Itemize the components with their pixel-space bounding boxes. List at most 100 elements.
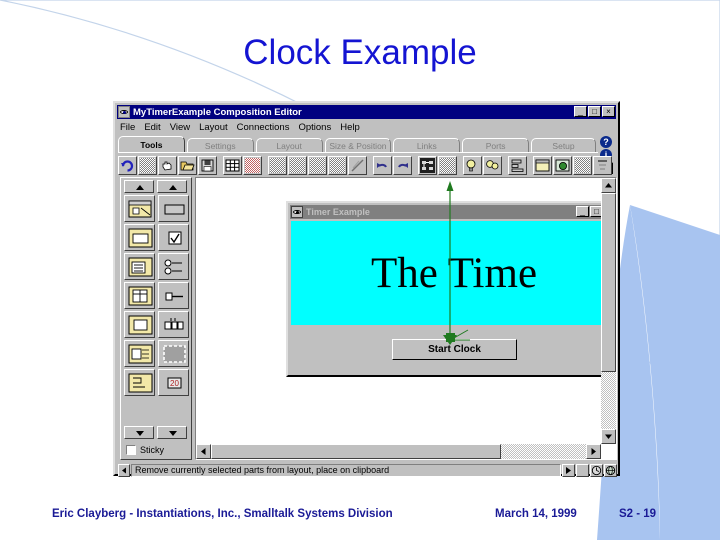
preview-window-title: Timer Example: [306, 207, 370, 217]
palette-panel-tool[interactable]: [124, 311, 155, 338]
time-display-field[interactable]: The Time: [291, 221, 616, 325]
refresh-icon[interactable]: [118, 156, 137, 175]
palette-flow-tool[interactable]: [124, 369, 155, 396]
connections-icon[interactable]: [418, 156, 437, 175]
preview-minimize-button[interactable]: _: [576, 206, 589, 217]
bulb-two-icon[interactable]: [483, 156, 502, 175]
menu-item-view[interactable]: View: [170, 122, 190, 133]
menu-item-help[interactable]: Help: [340, 122, 360, 133]
open-folder-icon[interactable]: [178, 156, 197, 175]
canvas-vertical-scrollbar[interactable]: [601, 178, 616, 444]
palette-radio-list-tool[interactable]: [158, 253, 189, 280]
palette-number-tool[interactable]: 20: [158, 369, 189, 396]
palette-slider-tool[interactable]: [158, 282, 189, 309]
minimize-button[interactable]: _: [574, 106, 587, 117]
scroll-right-button[interactable]: [586, 444, 601, 459]
start-clock-button[interactable]: Start Clock: [392, 339, 517, 360]
tab-size-position[interactable]: Size & Position: [324, 138, 392, 153]
align-icon[interactable]: [508, 156, 527, 175]
chevron-up-icon: [136, 185, 144, 190]
page-title: Clock Example: [243, 33, 477, 72]
sticky-checkbox-row[interactable]: Sticky: [126, 445, 164, 455]
timer-example-preview-window[interactable]: Timer Example _ □ × The Time Start Clock: [286, 201, 616, 377]
footer-author: Eric Clayberg - Instantiations, Inc., Sm…: [52, 508, 393, 520]
status-prev-button[interactable]: [118, 463, 130, 477]
tab-links[interactable]: Links: [393, 138, 461, 153]
main-toolbar: [118, 155, 612, 176]
hand-icon[interactable]: [158, 156, 177, 175]
menu-item-file[interactable]: File: [120, 122, 135, 133]
save-disk-icon[interactable]: [198, 156, 217, 175]
sticky-checkbox[interactable]: [126, 445, 136, 455]
help-question-button[interactable]: ?: [599, 135, 613, 148]
footer-page-number: S2 - 19: [619, 508, 657, 520]
menu-item-options[interactable]: Options: [298, 122, 331, 133]
paste-icon[interactable]: [308, 156, 327, 175]
minimize-glyph: _: [577, 106, 583, 116]
menu-item-connections[interactable]: Connections: [237, 122, 290, 133]
palette-scroll-up-row: [124, 180, 187, 193]
maximize-button[interactable]: □: [588, 106, 601, 117]
window-controls: _ □ ×: [574, 106, 615, 117]
palette-notebook-tool[interactable]: [124, 340, 155, 367]
menu-item-edit[interactable]: Edit: [144, 122, 160, 133]
grid-red-icon[interactable]: [243, 156, 262, 175]
scroll-up-button[interactable]: [601, 178, 616, 193]
close-button[interactable]: ×: [602, 106, 615, 117]
status-dither-icon[interactable]: [576, 463, 589, 477]
window-title: MyTimerExample Composition Editor: [133, 106, 302, 118]
palette-list-tool[interactable]: [124, 253, 155, 280]
scroll-left-button[interactable]: [196, 444, 211, 459]
tab-ports[interactable]: Ports: [462, 138, 530, 153]
palette-group-tool[interactable]: [124, 224, 155, 251]
delete-icon[interactable]: [348, 156, 367, 175]
palette-scroll-up-left-button[interactable]: [124, 180, 154, 193]
status-clock-icon[interactable]: [590, 463, 603, 477]
help-question-icon: ?: [600, 135, 612, 148]
palette-window-tool[interactable]: [124, 195, 155, 222]
eye-app-icon: [118, 106, 130, 118]
tab-setup[interactable]: Setup: [531, 138, 596, 153]
window-icon[interactable]: [533, 156, 552, 175]
palette-scroll-down-left-button[interactable]: [124, 426, 154, 439]
break-connections-icon[interactable]: [438, 156, 457, 175]
tool-palette: 20 Sticky: [120, 177, 192, 460]
palette-checkbox-tool[interactable]: [158, 224, 189, 251]
new-icon[interactable]: [138, 156, 157, 175]
tabstrip: Tools Settings Layout Size & Position Li…: [118, 135, 598, 153]
copy-icon[interactable]: [288, 156, 307, 175]
palette-selection-tool[interactable]: [158, 340, 189, 367]
palette-scroll-down-right-button[interactable]: [157, 426, 187, 439]
redo-icon[interactable]: [393, 156, 412, 175]
properties-icon[interactable]: [593, 156, 612, 175]
bulb-icon[interactable]: [463, 156, 482, 175]
scroll-thumb-vertical[interactable]: [601, 193, 616, 372]
palette-label-tool[interactable]: [158, 195, 189, 222]
palette-scroll-up-right-button[interactable]: [157, 180, 187, 193]
footer-date: March 14, 1999: [495, 508, 577, 520]
undo-icon[interactable]: [373, 156, 392, 175]
scroll-thumb-horizontal[interactable]: [211, 444, 501, 459]
cut-icon[interactable]: [268, 156, 287, 175]
chevron-down-icon: [136, 431, 144, 436]
design-canvas[interactable]: Timer Example _ □ × The Time Start Clock: [195, 177, 617, 460]
duplicate-icon[interactable]: [328, 156, 347, 175]
menubar: File Edit View Layout Connections Option…: [117, 120, 616, 134]
canvas-horizontal-scrollbar[interactable]: [196, 444, 601, 459]
preview-icon[interactable]: [553, 156, 572, 175]
grid-icon[interactable]: [223, 156, 242, 175]
palette-table-tool[interactable]: [124, 282, 155, 309]
palette-spinner-tool[interactable]: [158, 311, 189, 338]
menu-item-layout[interactable]: Layout: [199, 122, 228, 133]
status-message: Remove currently selected parts from lay…: [131, 463, 561, 477]
scroll-down-button[interactable]: [601, 429, 616, 444]
eye-app-icon: [291, 206, 303, 218]
slide-canvas: Clock Example MyTimerExample Composition…: [0, 0, 720, 540]
status-icon-group: [562, 463, 617, 477]
tab-layout[interactable]: Layout: [255, 138, 323, 153]
select-all-icon[interactable]: [573, 156, 592, 175]
status-globe-icon[interactable]: [604, 463, 617, 477]
tab-tools[interactable]: Tools: [118, 136, 185, 153]
status-play-icon[interactable]: [562, 463, 575, 477]
tab-settings[interactable]: Settings: [186, 138, 254, 153]
